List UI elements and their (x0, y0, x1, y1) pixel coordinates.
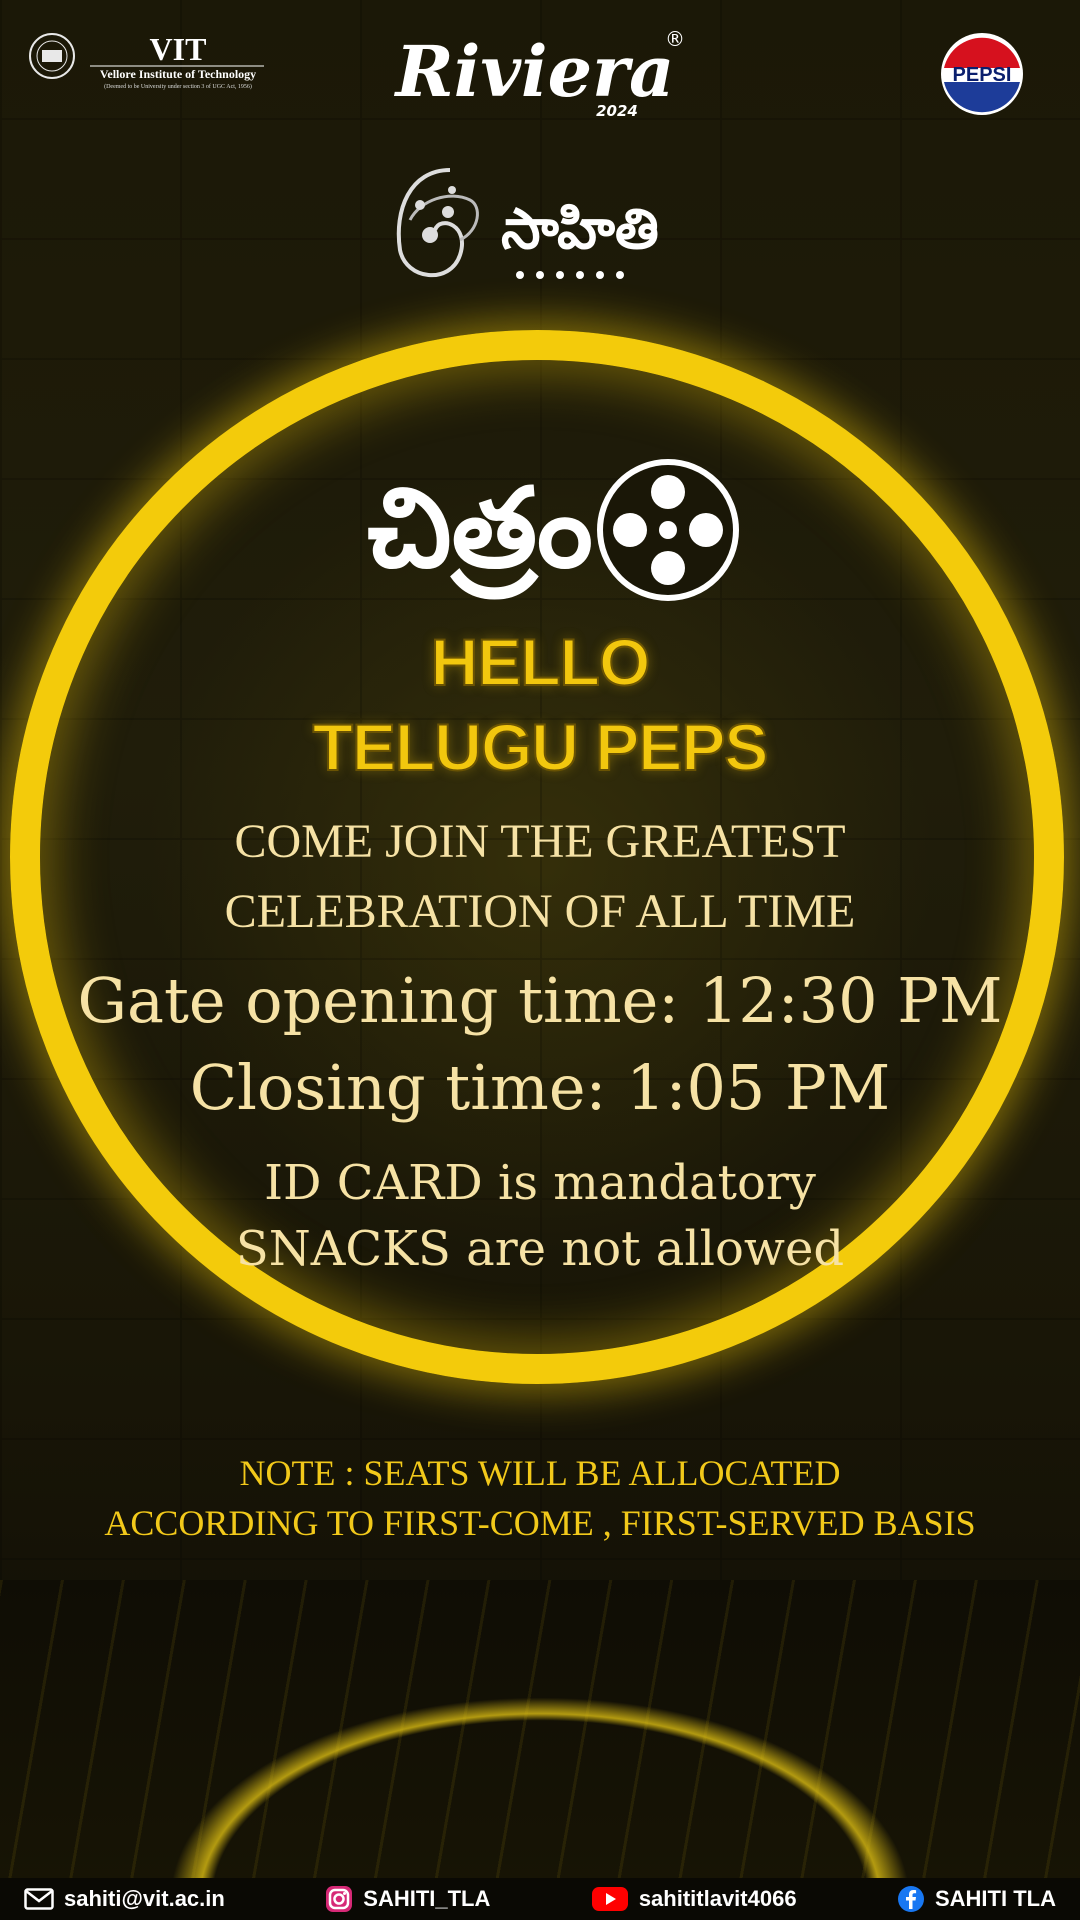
invite-line-2: CELEBRATION OF ALL TIME (224, 885, 856, 938)
snacks-rule: SNACKS are not allowed (235, 1221, 845, 1277)
footer-email[interactable]: sahiti@vit.ac.in (24, 1886, 225, 1912)
seat-note-line-1: NOTE : SEATS WILL BE ALLOCATED (239, 1453, 841, 1493)
telugu-peps-heading: TELUGU PEPS (312, 709, 770, 785)
contact-footer: sahiti@vit.ac.in SAHITI_TLA sahititlavit… (0, 1878, 1080, 1920)
instagram-icon (326, 1886, 353, 1912)
footer-facebook[interactable]: SAHITI TLA (897, 1885, 1056, 1913)
footer-youtube[interactable]: sahititlavit4066 (591, 1886, 797, 1912)
hello-heading: HELLO (430, 624, 652, 700)
riviera-logo-year: 2024 (596, 102, 638, 120)
youtube-icon (591, 1887, 628, 1911)
vit-logo-note: (Deemed to be University under section 3… (104, 83, 252, 90)
vit-logo: VIT Vellore Institute of Technology (Dee… (29, 31, 264, 90)
footer-instagram[interactable]: SAHITI_TLA (325, 1885, 490, 1913)
sahiti-logo: సాహితి (396, 168, 659, 279)
chitram-text: చిత్రం (367, 464, 593, 600)
facebook-icon (897, 1886, 924, 1912)
gate-opening-time: Gate opening time: 12:30 PM (77, 964, 1003, 1037)
pepsi-logo-name: PEPSI (953, 64, 1012, 86)
mail-icon (24, 1888, 54, 1910)
pepsi-logo: PEPSI (941, 33, 1023, 115)
registered-mark: ® (665, 27, 685, 51)
riviera-logo: Riviera ® 2024 (394, 27, 685, 120)
closing-time: Closing time: 1:05 PM (189, 1051, 891, 1124)
seat-note-line-2: ACCORDING TO FIRST-COME , FIRST-SERVED B… (104, 1503, 976, 1543)
youtube-text: sahititlavit4066 (638, 1886, 797, 1911)
instagram-text: SAHITI_TLA (363, 1886, 491, 1911)
vit-logo-name: VIT (150, 31, 207, 67)
facebook-text: SAHITI TLA (934, 1886, 1056, 1911)
id-card-rule: ID CARD is mandatory (264, 1155, 816, 1211)
riviera-logo-name: Riviera (394, 30, 675, 113)
glowing-floor (0, 1580, 1080, 1880)
invite-line-1: COME JOIN THE GREATEST (234, 815, 846, 868)
email-text: sahiti@vit.ac.in (64, 1886, 225, 1911)
vit-logo-subtitle: Vellore Institute of Technology (100, 67, 256, 81)
film-reel-icon (597, 459, 739, 601)
sahiti-logo-name: సాహితి (501, 197, 659, 262)
chitram-title: చిత్రం (367, 459, 739, 601)
